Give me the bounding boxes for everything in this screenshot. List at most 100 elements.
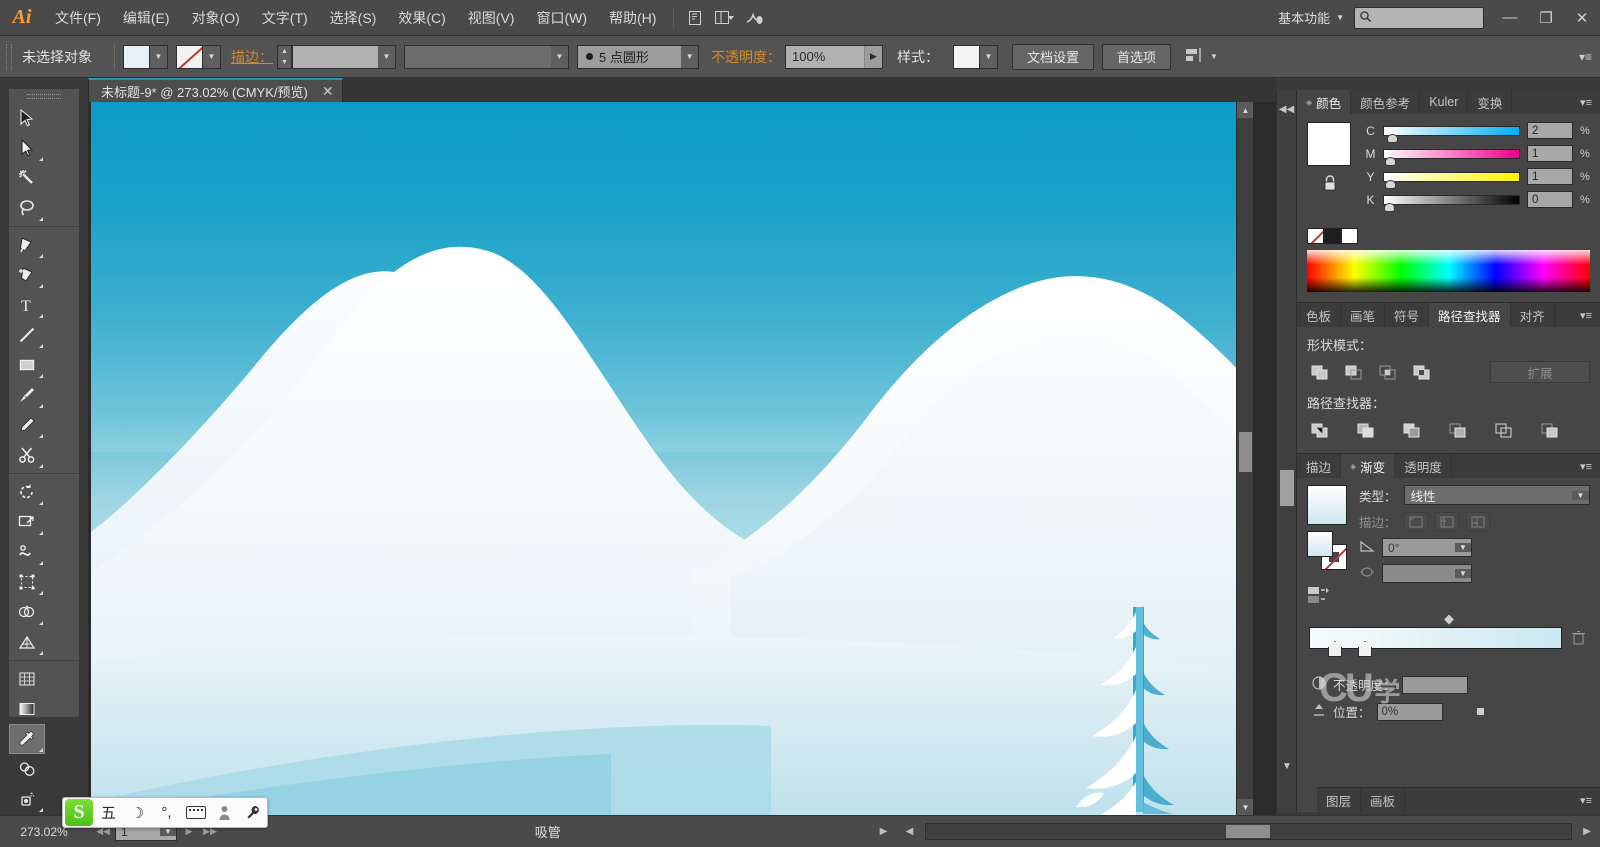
minus-back-button[interactable]: [1537, 419, 1561, 441]
menu-view[interactable]: 视图(V): [457, 0, 526, 36]
gradient-aspect-field[interactable]: ▼: [1382, 564, 1472, 583]
active-color-chip[interactable]: [1307, 122, 1351, 166]
slider-value-m[interactable]: 1: [1527, 145, 1573, 162]
opacity-label[interactable]: 不透明度：: [711, 47, 781, 67]
tab-layers[interactable]: 图层: [1317, 788, 1362, 812]
bridge-icon[interactable]: [680, 5, 710, 31]
search-input[interactable]: [1354, 6, 1484, 29]
mesh-tool[interactable]: [9, 664, 45, 694]
hscroll-right-icon[interactable]: ▶: [1574, 826, 1600, 837]
tab-transform[interactable]: 变换: [1468, 90, 1513, 114]
chevron-down-icon[interactable]: ▼: [1572, 490, 1589, 500]
tab-symbols[interactable]: 符号: [1385, 303, 1430, 327]
tab-color[interactable]: ◈ 颜色: [1297, 90, 1352, 114]
sogou-ime-toolbar[interactable]: S 五 ☽ °,: [62, 797, 268, 828]
ime-moon-icon[interactable]: ☽: [124, 799, 151, 826]
trim-button[interactable]: [1353, 419, 1377, 441]
chevron-down-icon[interactable]: ▼: [378, 45, 395, 68]
arrange-documents-icon[interactable]: [710, 5, 740, 31]
minus-front-button[interactable]: [1341, 361, 1365, 383]
intersect-button[interactable]: [1375, 361, 1399, 383]
opacity-field[interactable]: 100% ▶: [785, 44, 883, 69]
shape-builder-tool[interactable]: [9, 597, 45, 627]
black-swatch[interactable]: [1324, 228, 1341, 244]
menu-select[interactable]: 选择(S): [319, 0, 388, 36]
variable-width-profile-select[interactable]: ▼: [404, 44, 569, 69]
panel-menu-icon[interactable]: ▾≡: [1579, 50, 1592, 64]
tab-swatches[interactable]: 色板: [1297, 303, 1342, 327]
gradient-preview-chip[interactable]: [1307, 485, 1347, 525]
paintbrush-tool[interactable]: [9, 380, 45, 410]
pencil-tool[interactable]: [9, 410, 45, 440]
stroke-weight-label[interactable]: 描边：: [231, 47, 273, 67]
status-expand-icon[interactable]: ▶: [871, 826, 897, 837]
gradient-opacity-field[interactable]: [1401, 675, 1468, 694]
magic-wand-tool[interactable]: [9, 163, 45, 193]
gradient-stop[interactable]: [1358, 641, 1372, 657]
slider-value-y[interactable]: 1: [1527, 168, 1573, 185]
dock-collapse-bar[interactable]: ◀◀ ▼: [1277, 90, 1297, 812]
canvas-horizontal-scrollbar[interactable]: [924, 823, 1572, 840]
tab-kuler[interactable]: Kuler: [1420, 90, 1469, 114]
artboard[interactable]: ▲ ▼: [91, 102, 1253, 815]
color-spectrum-bar[interactable]: [1307, 250, 1590, 292]
gradient-type-select[interactable]: 线性 ▼: [1403, 485, 1590, 505]
symbol-sprayer-tool[interactable]: [9, 784, 45, 814]
direct-selection-tool[interactable]: [9, 133, 45, 163]
opacity-slider-arrow-icon[interactable]: ▶: [864, 45, 882, 68]
canvas-vertical-scrollbar[interactable]: ▲ ▼: [1236, 102, 1253, 815]
control-bar-grip[interactable]: [6, 43, 12, 70]
gradient-ramp[interactable]: [1309, 627, 1562, 657]
collapse-panels-icon[interactable]: ◀◀: [1277, 104, 1296, 115]
panel-menu-icon[interactable]: ▾≡: [1572, 454, 1600, 478]
panel-menu-icon[interactable]: ▾≡: [1572, 303, 1600, 327]
style-swatch[interactable]: [954, 45, 980, 68]
delete-stop-icon[interactable]: [1568, 630, 1588, 646]
workspace-switcher[interactable]: 基本功能 ▼: [1268, 6, 1354, 30]
align-dropdown[interactable]: ▼: [1185, 47, 1218, 66]
scrollbar-thumb[interactable]: [1239, 432, 1252, 472]
warp-tool[interactable]: [9, 537, 45, 567]
chevron-down-icon[interactable]: ▼: [551, 45, 568, 68]
control-bar-menu[interactable]: ▾≡: [1579, 50, 1600, 64]
tab-color-guide[interactable]: 颜色参考: [1351, 90, 1421, 114]
preferences-button[interactable]: 首选项: [1102, 43, 1172, 70]
canvas-area[interactable]: ▲ ▼: [88, 102, 1276, 815]
selection-tool[interactable]: [9, 103, 45, 133]
ime-user-icon[interactable]: [211, 799, 238, 826]
close-button[interactable]: ✕: [1564, 3, 1600, 33]
chevron-down-icon[interactable]: ▼: [150, 45, 167, 68]
stroke-weight-stepper[interactable]: ▲ ▼: [277, 44, 292, 69]
expand-button[interactable]: 扩展: [1490, 361, 1590, 383]
panel-menu-icon[interactable]: ▾≡: [1572, 90, 1600, 114]
toolbox-grip[interactable]: [9, 89, 79, 103]
brush-definition-select[interactable]: 5 点圆形 ▼: [577, 44, 699, 69]
gradient-stop[interactable]: [1328, 641, 1342, 657]
scissors-tool[interactable]: [9, 440, 45, 470]
gradient-midpoint-icon[interactable]: [1443, 614, 1454, 625]
close-icon[interactable]: ✕: [322, 84, 334, 98]
tab-align[interactable]: 对齐: [1510, 303, 1555, 327]
menu-edit[interactable]: 编辑(E): [112, 0, 181, 36]
ime-settings-icon[interactable]: [240, 799, 267, 826]
tab-stroke[interactable]: 描边: [1297, 454, 1342, 478]
none-swatch[interactable]: [1307, 228, 1324, 244]
ime-keyboard-icon[interactable]: [182, 799, 209, 826]
chevron-down-icon[interactable]: ▼: [1455, 543, 1471, 552]
slider-track-y[interactable]: [1383, 171, 1520, 189]
tab-gradient[interactable]: ◈ 渐变: [1341, 454, 1396, 478]
chevron-down-icon[interactable]: ▼: [681, 45, 698, 68]
current-tool-label[interactable]: 吸管: [225, 822, 871, 841]
scroll-down-icon[interactable]: ▼: [1277, 761, 1297, 772]
chevron-down-icon[interactable]: ▼: [980, 45, 997, 68]
blend-tool[interactable]: [9, 754, 45, 784]
dock-scrollbar-thumb[interactable]: [1280, 470, 1294, 506]
scroll-up-icon[interactable]: ▲: [1237, 102, 1253, 118]
slider-value-k[interactable]: 0: [1527, 191, 1573, 208]
slider-thumb-k[interactable]: [1384, 202, 1395, 212]
outline-button[interactable]: [1491, 419, 1515, 441]
rotate-tool[interactable]: [9, 477, 45, 507]
pen-tool[interactable]: [9, 230, 45, 260]
slider-thumb-m[interactable]: [1385, 156, 1397, 166]
stroke-gradient-within-button[interactable]: [1403, 512, 1428, 531]
